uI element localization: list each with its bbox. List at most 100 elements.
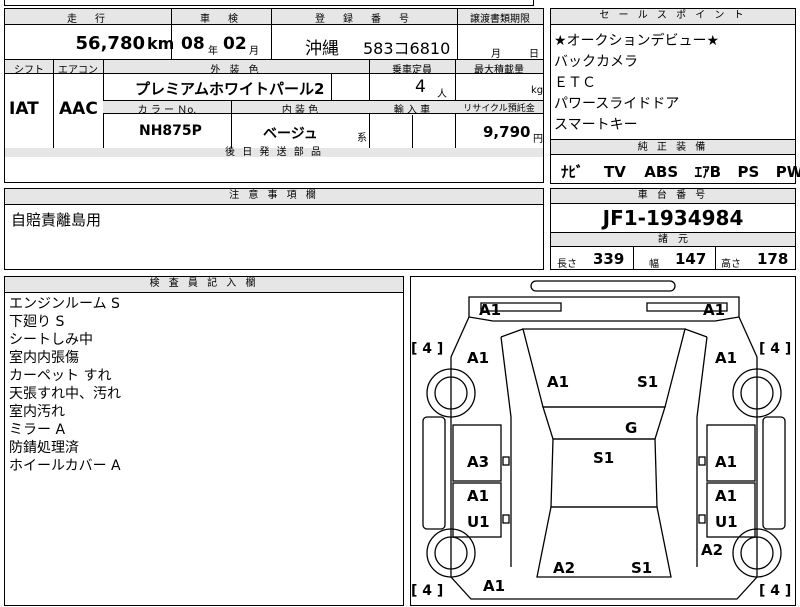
notes-header: 注 意 事 項 欄	[5, 189, 543, 205]
mileage-value: 56,780	[75, 33, 145, 54]
max-load-header: 最大積載量	[474, 65, 524, 76]
capacity-value: 4	[415, 77, 426, 97]
divider	[412, 115, 413, 148]
equipment-item: TV	[603, 163, 626, 181]
capacity-unit: 人	[437, 89, 447, 100]
tire-bracket-rear-left: [ 4 ]	[411, 341, 444, 357]
import-header: 輸 入 車	[393, 105, 431, 116]
inspection-month-unit: 月	[249, 46, 259, 57]
recycle-header: リサイクル預託金	[463, 104, 535, 114]
inspector-line: 室内汚れ	[9, 404, 65, 420]
left-sill-outline	[422, 416, 446, 530]
damage-label: U1	[715, 513, 738, 531]
inspector-lines: エンジンルーム S 下廻り S シートしみ中 室内内張傷 カーペット すれ 天張…	[9, 295, 121, 475]
damage-label: A1	[715, 349, 738, 367]
width-value: 147	[675, 250, 707, 268]
inspector-line: エンジンルーム S	[9, 296, 120, 312]
sales-point-item: ＥＴＣ	[554, 75, 596, 91]
damage-label: A2	[553, 559, 576, 577]
color-no-value: NH875P	[139, 123, 202, 139]
mileage-unit: km	[147, 34, 175, 53]
damage-label: A1	[483, 577, 506, 595]
sales-point-item: ★オークションデビュー★	[554, 33, 720, 49]
deadline-header: 譲渡書類期限	[470, 14, 530, 25]
tire-bracket-front-left: [ 4 ]	[411, 583, 444, 599]
deadline-month-unit: 月	[491, 49, 501, 60]
sales-point-item: パワースライドドア	[554, 96, 680, 112]
inspector-line: 室内内張傷	[9, 350, 79, 366]
damage-label: A1	[547, 373, 570, 391]
inspector-line: ホイールカバー A	[9, 458, 121, 474]
interior-color-value: ベージュ	[263, 126, 318, 142]
damage-label: U1	[467, 513, 490, 531]
damage-label: S1	[631, 559, 653, 577]
chassis-number: JF1-1934984	[602, 206, 744, 230]
damage-label: A1	[703, 301, 726, 319]
aircon-value: AAC	[59, 99, 98, 119]
damage-label: A3	[467, 453, 490, 471]
top-strip	[4, 0, 534, 6]
length-value: 339	[593, 250, 625, 268]
notes-text: 自賠責離島用	[11, 211, 102, 229]
interior-suffix: 系	[357, 133, 367, 144]
later-parts-body	[4, 157, 544, 183]
capacity-header: 乗車定員	[392, 65, 432, 76]
inspector-line: 天張すれ中、汚れ	[9, 386, 121, 402]
damage-label: S1	[593, 449, 615, 467]
equipment-header: 純 正 装 備	[551, 140, 795, 155]
damage-label: S1	[637, 373, 659, 391]
sales-point-item: スマートキー	[554, 117, 638, 133]
damage-label: A1	[467, 349, 490, 367]
sales-point-item: バックカメラ	[554, 54, 638, 70]
roof-outline	[542, 406, 666, 440]
inspector-box: 検 査 員 記 入 欄 エンジンルーム S 下廻り S シートしみ中 室内内張傷…	[4, 276, 404, 606]
recycle-unit: 円	[533, 134, 543, 145]
length-label: 長さ	[557, 259, 577, 270]
inspector-line: ミラー A	[9, 422, 66, 438]
chassis-box: 車 台 番 号 JF1-1934984 諸 元 長さ 339 幅 147 高さ …	[550, 188, 796, 270]
exterior-color-header: 外 装 色	[210, 65, 262, 76]
divider	[633, 247, 634, 269]
damage-label: A2	[701, 541, 724, 559]
equipment-item: ﾅﾋﾞ	[561, 163, 584, 181]
width-label: 幅	[649, 259, 659, 270]
reg-region: 沖縄	[305, 39, 339, 59]
divider	[457, 9, 458, 59]
rear-bumper-outline	[530, 280, 676, 292]
exterior-color-value: プレミアムホワイトパール2	[135, 80, 325, 98]
inspector-line: シートしみ中	[9, 332, 93, 348]
right-sill-outline	[762, 416, 786, 530]
reg-number: 583コ6810	[363, 39, 451, 58]
interior-color-header: 内 装 色	[281, 105, 319, 116]
inspection-month: 02	[223, 34, 247, 54]
height-label: 高さ	[721, 259, 741, 270]
damage-diagram-box: [ 4 ] [ 4 ] [ 4 ] [ 4 ] A1 A1 A1 A1 A1 S…	[410, 276, 796, 606]
divider	[715, 247, 716, 269]
pillar-outline	[500, 328, 708, 338]
notes-box: 注 意 事 項 欄 自賠責離島用	[4, 188, 544, 270]
damage-label: A1	[715, 487, 738, 505]
deadline-day-unit: 日	[529, 49, 539, 60]
inspector-line: 下廻り S	[9, 314, 65, 330]
equipment-list: ﾅﾋﾞ TV ABS ｴｱB PS PW	[561, 161, 800, 182]
car-diagram	[422, 280, 786, 600]
sales-points-box: セ ー ル ス ポ イ ン ト ★オークションデビュー★ バックカメラ ＥＴＣ …	[550, 8, 800, 184]
divider	[231, 101, 232, 148]
shift-value: IAT	[9, 99, 39, 119]
dimensions-header: 諸 元	[551, 233, 795, 247]
registration-header: 登 録 番 号	[315, 14, 413, 25]
inspector-line: 防錆処理済	[9, 440, 79, 456]
tail-lamp-outline	[480, 302, 728, 312]
divider	[53, 60, 54, 148]
inspection-year-unit: 年	[208, 46, 218, 57]
inspector-line: カーペット すれ	[9, 368, 112, 384]
divider	[271, 9, 272, 59]
sales-points-header: セ ー ル ス ポ イ ン ト	[551, 9, 795, 25]
equipment-item: PS	[737, 163, 760, 181]
inspector-header: 検 査 員 記 入 欄	[5, 277, 403, 293]
aircon-header: エアコン	[58, 65, 98, 76]
inspection-year: 08	[181, 34, 205, 54]
damage-label: G	[625, 419, 638, 437]
equipment-item: PW	[775, 163, 800, 181]
sales-points-list: ★オークションデビュー★ バックカメラ ＥＴＣ パワースライドドア スマートキー	[554, 31, 719, 136]
